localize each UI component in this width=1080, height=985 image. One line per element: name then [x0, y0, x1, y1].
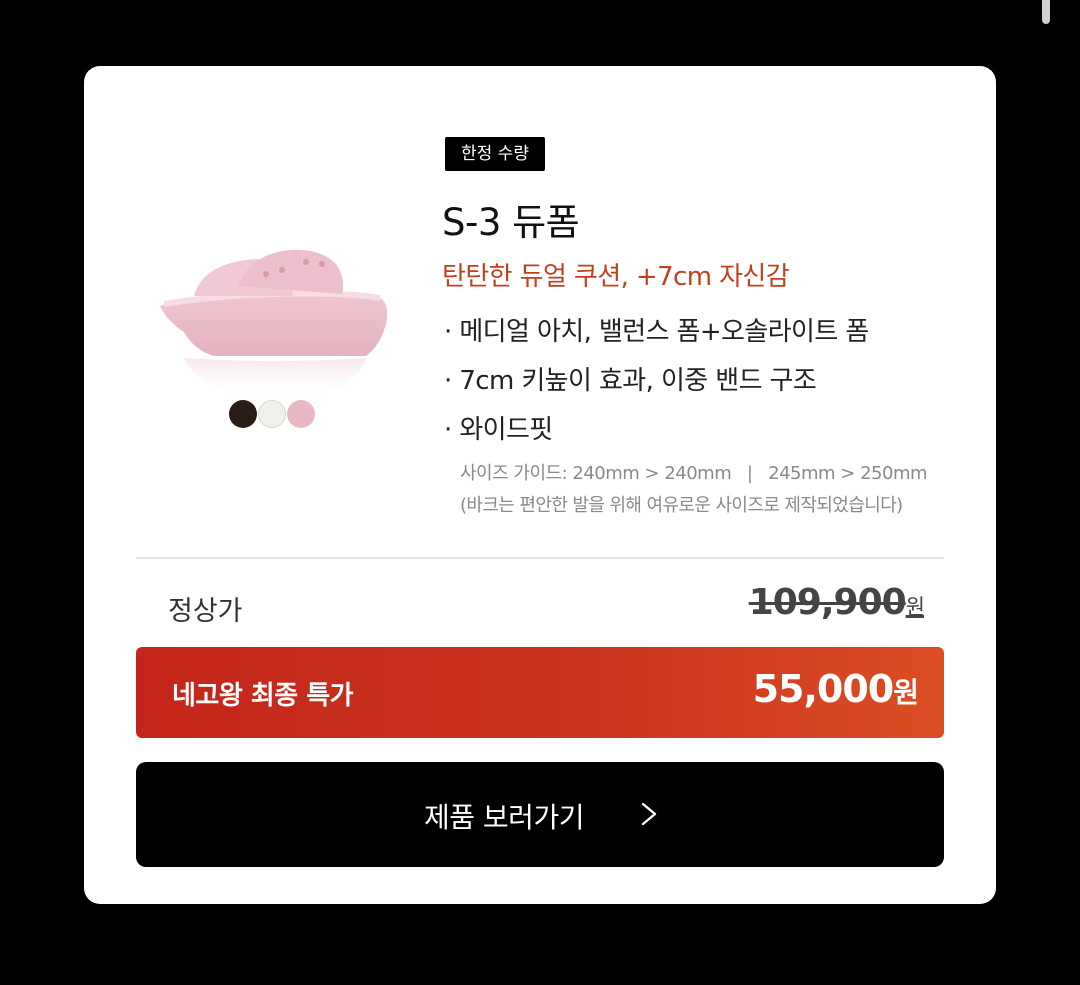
color-swatches	[229, 400, 315, 428]
divider	[136, 557, 944, 559]
regular-price-unit: 원	[905, 595, 925, 619]
final-price-label: 네고왕 최종 특가	[172, 681, 354, 711]
scrollbar[interactable]	[1042, 0, 1050, 24]
feature-item: · 메디얼 아치, 밸런스 폼+오솔라이트 폼	[444, 317, 869, 347]
product-card: 한정 수량 S-3 듀폼 탄탄한 듀얼 쿠션, +7cm 자신감 · 메디얼 아…	[84, 66, 996, 904]
color-swatch-dark-brown[interactable]	[229, 400, 257, 428]
color-swatch-white[interactable]	[258, 400, 286, 428]
regular-price-value: 109,900	[748, 582, 907, 623]
final-price-unit: 원	[893, 676, 919, 709]
product-tagline: 탄탄한 듀얼 쿠션, +7cm 자신감	[442, 262, 790, 292]
feature-list: · 메디얼 아치, 밸런스 폼+오솔라이트 폼 · 7cm 키높이 효과, 이중…	[444, 314, 869, 461]
size-guide: 사이즈 가이드: 240mm > 240mm | 245mm > 250mm	[460, 463, 928, 484]
regular-price: 109,900원	[748, 582, 925, 623]
final-price-value: 55,000	[752, 667, 895, 711]
view-product-label: 제품 보러가기	[424, 801, 584, 834]
product-name: S-3 듀폼	[442, 201, 580, 244]
view-product-button[interactable]: 제품 보러가기	[136, 762, 944, 867]
final-price-banner: 네고왕 최종 특가 55,000원	[136, 647, 944, 738]
feature-item: · 7cm 키높이 효과, 이중 밴드 구조	[444, 366, 817, 396]
color-swatch-pink[interactable]	[287, 400, 315, 428]
feature-item: · 와이드핏	[444, 415, 553, 445]
size-note: (바크는 편안한 발을 위해 여유로운 사이즈로 제작되었습니다)	[460, 495, 903, 516]
limited-quantity-badge: 한정 수량	[445, 137, 545, 171]
chevron-right-icon	[641, 802, 657, 826]
final-price: 55,000원	[752, 667, 919, 711]
regular-price-label: 정상가	[168, 596, 243, 627]
